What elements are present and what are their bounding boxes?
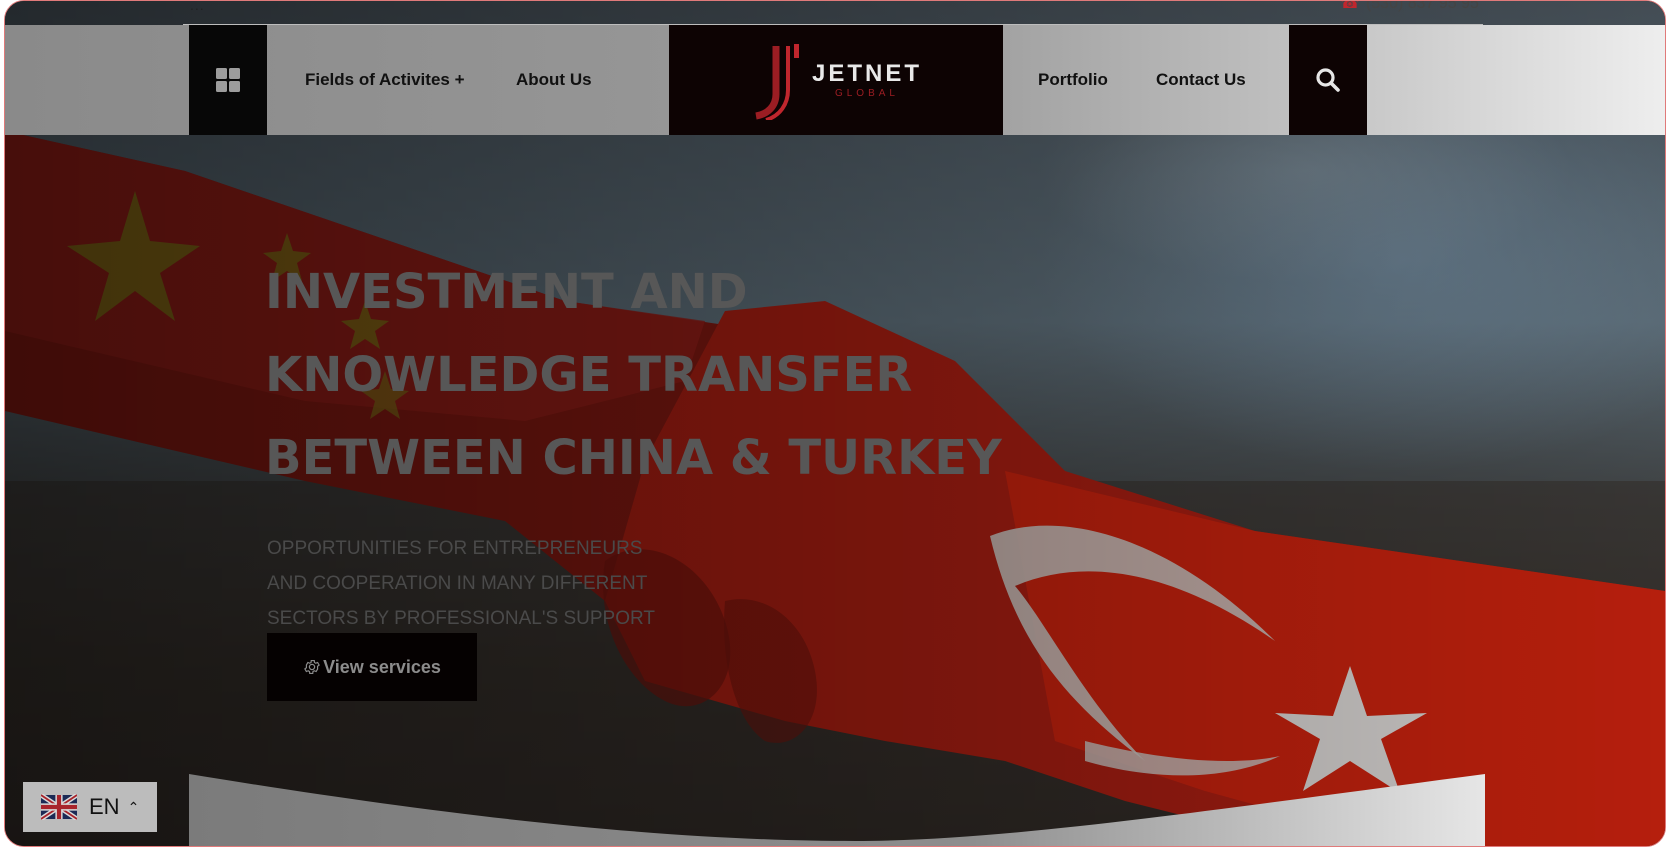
uk-flag-icon [41, 794, 77, 820]
search-button[interactable] [1289, 25, 1367, 135]
search-icon [1316, 68, 1340, 92]
nav-portfolio[interactable]: Portfolio [1038, 25, 1108, 135]
hero-subtitle-line: AND COOPERATION IN MANY DIFFERENT [267, 573, 648, 594]
nav-contact-us[interactable]: Contact Us [1156, 25, 1246, 135]
topbar-menu-dots[interactable]: ... [190, 1, 205, 13]
nav-about-us[interactable]: About Us [516, 25, 592, 135]
hero-subtitle: OPPORTUNITIES FOR ENTREPRENEURS AND COOP… [267, 531, 827, 636]
grid-menu-button[interactable] [189, 25, 267, 135]
logo-subtitle: GLOBAL [834, 87, 899, 99]
browser-viewport: ... ☎ (530) 837 95 95 Fields of Activites… [4, 0, 1666, 847]
language-code: EN [89, 794, 120, 819]
language-switcher[interactable]: EN ⌃ [23, 782, 157, 832]
site-header: Fields of Activites + About Us JETNET GL… [5, 25, 1665, 135]
logo-mark-icon [755, 44, 799, 120]
grid-icon [216, 68, 240, 92]
hero-subtitle-line: SECTORS BY PROFESSIONAL'S SUPPORT [267, 608, 655, 629]
logo-wordmark: JETNET GLOBAL [811, 59, 922, 99]
logo-name: JETNET [811, 59, 922, 87]
hero-title-line: BETWEEN CHINA & TURKEY [265, 430, 1002, 486]
phone-number: (530) 837 95 95 [1365, 0, 1479, 12]
nav-fields-of-activities[interactable]: Fields of Activites + [305, 25, 465, 135]
hero-subtitle-line: OPPORTUNITIES FOR ENTREPRENEURS [267, 538, 643, 559]
phone-icon: ☎ [1340, 0, 1360, 12]
hero-title-line: KNOWLEDGE TRANSFER [265, 347, 913, 403]
chevron-up-icon: ⌃ [127, 798, 140, 815]
view-services-label: View services [323, 656, 441, 677]
bottom-wave-divider [189, 774, 1485, 846]
site-logo[interactable]: JETNET GLOBAL [669, 25, 1003, 135]
gear-icon [303, 658, 321, 676]
topbar-phone[interactable]: ☎ (530) 837 95 95 [1340, 0, 1479, 13]
hero-title: INVESTMENT AND KNOWLEDGE TRANSFER BETWEE… [265, 251, 1165, 500]
view-services-button[interactable]: View services [267, 633, 477, 701]
hero-title-line: INVESTMENT AND [265, 264, 748, 320]
